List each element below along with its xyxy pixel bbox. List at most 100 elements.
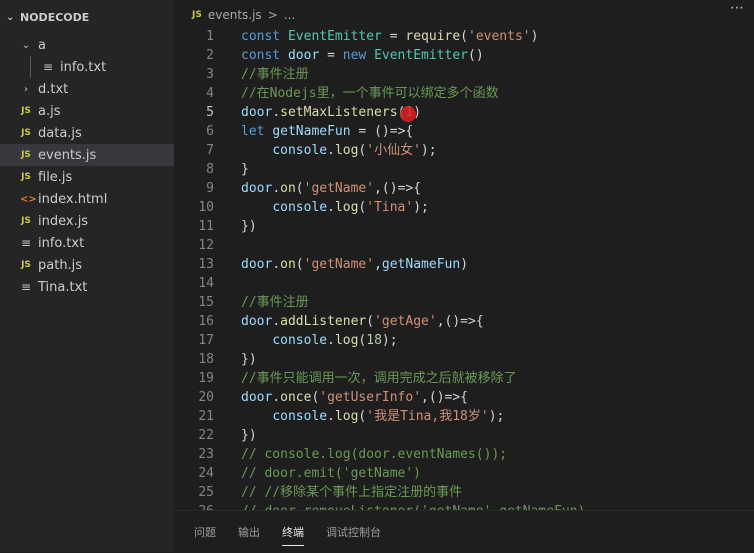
line-number: 20 <box>198 390 214 405</box>
more-actions-icon[interactable]: ⋯ <box>730 0 744 16</box>
txt-file-icon: ≡ <box>20 236 32 250</box>
code-text[interactable]: door.addListener('getAge',()=>{ <box>241 312 484 331</box>
code-text[interactable]: door.once('getUserInfo',()=>{ <box>241 388 468 407</box>
line-number: 16 <box>198 314 214 329</box>
chevron-down-icon[interactable]: ⌄ <box>6 12 16 23</box>
code-line[interactable]: 12 <box>174 236 754 255</box>
code-line[interactable]: 1 const EventEmitter = require('events') <box>174 27 754 46</box>
explorer-header[interactable]: ⌄ NODECODE <box>0 0 174 34</box>
tree-item-info-txt-nested[interactable]: ≡ info.txt <box>0 56 174 78</box>
tree-item-info-txt[interactable]: ≡ info.txt <box>0 232 174 254</box>
tab-terminal[interactable]: 终端 <box>282 518 304 546</box>
code-text[interactable]: console.log('我是Tina,我18岁'); <box>241 407 504 426</box>
code-line[interactable]: 21 console.log('我是Tina,我18岁'); <box>174 407 754 426</box>
code-text[interactable]: let getNameFun = ()=>{ <box>241 122 413 141</box>
tree-item-label: info.txt <box>38 235 85 251</box>
line-number: 12 <box>198 238 214 253</box>
tree-item-a-js[interactable]: JS a.js <box>0 100 174 122</box>
code-line[interactable]: 17 console.log(18); <box>174 331 754 350</box>
code-line[interactable]: 11}) <box>174 217 754 236</box>
code-text[interactable]: door.setMaxListeners(1) <box>241 103 421 122</box>
tab-output[interactable]: 输出 <box>238 518 260 546</box>
line-number: 24 <box>198 466 214 481</box>
code-line[interactable]: 23 // console.log(door.eventNames()); <box>174 445 754 464</box>
code-text[interactable]: //事件只能调用一次，调用完成之后就被移除了 <box>241 369 517 388</box>
code-text[interactable]: console.log('Tina'); <box>241 198 429 217</box>
mouse-cursor-indicator <box>400 106 416 122</box>
tree-item-label: a.js <box>38 103 61 119</box>
code-text[interactable]: } <box>241 160 249 179</box>
code-text[interactable]: console.log('小仙女'); <box>241 141 436 160</box>
code-text[interactable]: const EventEmitter = require('events') <box>241 27 538 46</box>
tab-debug-console[interactable]: 调试控制台 <box>326 518 381 546</box>
code-line[interactable]: 5 door.setMaxListeners(1) <box>174 103 754 122</box>
code-line[interactable]: 8} <box>174 160 754 179</box>
line-number: 13 <box>198 257 214 272</box>
code-line[interactable]: 3 //事件注册 <box>174 65 754 84</box>
explorer-sidebar: ⌄ NODECODE ⌄ a ≡ info.txt › d.txt JS a.j… <box>0 0 174 552</box>
tree-item-folder-a[interactable]: ⌄ a <box>0 34 174 56</box>
tree-item-index-html[interactable]: <> index.html <box>0 188 174 210</box>
line-number: 10 <box>198 200 214 215</box>
tree-item-label: d.txt <box>38 81 69 97</box>
code-line[interactable]: 15 //事件注册 <box>174 293 754 312</box>
tree-item-tina-txt[interactable]: ≡ Tina.txt <box>0 276 174 298</box>
line-number: 21 <box>198 409 214 424</box>
line-number: 2 <box>206 48 214 63</box>
code-text[interactable]: // //移除某个事件上指定注册的事件 <box>241 483 462 502</box>
tree-item-d-txt[interactable]: › d.txt <box>0 78 174 100</box>
line-number: 3 <box>206 67 214 82</box>
line-number: 9 <box>206 181 214 196</box>
code-line[interactable]: 2 const door = new EventEmitter() <box>174 46 754 65</box>
code-editor[interactable]: JS events.js > ... ⋯ 1 const EventEmitter… <box>174 0 754 519</box>
code-text[interactable]: door.on('getName',()=>{ <box>241 179 421 198</box>
code-line[interactable]: 20 door.once('getUserInfo',()=>{ <box>174 388 754 407</box>
code-text[interactable]: console.log(18); <box>241 331 397 350</box>
js-file-icon: JS <box>21 260 31 270</box>
line-number: 17 <box>198 333 214 348</box>
code-text[interactable]: }) <box>241 426 257 445</box>
line-number: 8 <box>206 162 214 177</box>
code-text[interactable]: //事件注册 <box>241 65 309 84</box>
code-text[interactable]: }) <box>241 217 257 236</box>
code-line[interactable]: 6 let getNameFun = ()=>{ <box>174 122 754 141</box>
tree-item-index-js[interactable]: JS index.js <box>0 210 174 232</box>
code-text[interactable]: // console.log(door.eventNames()); <box>241 445 507 464</box>
code-line[interactable]: 4 //在Nodejs里，一个事件可以绑定多个函数 <box>174 84 754 103</box>
line-number: 23 <box>198 447 214 462</box>
code-line[interactable]: 25 // //移除某个事件上指定注册的事件 <box>174 483 754 502</box>
code-line[interactable]: 22}) <box>174 426 754 445</box>
tree-item-label: events.js <box>38 147 97 163</box>
js-file-icon: JS <box>21 216 31 226</box>
tree-item-label: data.js <box>38 125 82 141</box>
tree-item-data-js[interactable]: JS data.js <box>0 122 174 144</box>
code-lines[interactable]: 1 const EventEmitter = require('events') 2… <box>174 27 754 521</box>
tab-problems[interactable]: 问题 <box>194 518 216 546</box>
code-text[interactable]: door.on('getName',getNameFun) <box>241 255 468 274</box>
code-line[interactable]: 10 console.log('Tina'); <box>174 198 754 217</box>
tree-item-file-js[interactable]: JS file.js <box>0 166 174 188</box>
code-text[interactable]: // door.emit('getName') <box>241 464 421 483</box>
code-text[interactable]: const door = new EventEmitter() <box>241 46 484 65</box>
code-line[interactable]: 13 door.on('getName',getNameFun) <box>174 255 754 274</box>
code-text[interactable]: //事件注册 <box>241 293 309 312</box>
tree-item-label: index.js <box>38 213 89 229</box>
tree-item-label: a <box>38 37 46 53</box>
code-line[interactable]: 16 door.addListener('getAge',()=>{ <box>174 312 754 331</box>
code-line[interactable]: 14 <box>174 274 754 293</box>
js-file-icon: JS <box>21 128 31 138</box>
code-line[interactable]: 9 door.on('getName',()=>{ <box>174 179 754 198</box>
breadcrumb-file[interactable]: events.js <box>208 8 262 22</box>
line-number: 7 <box>206 143 214 158</box>
js-file-icon: JS <box>21 172 31 182</box>
code-line[interactable]: 18}) <box>174 350 754 369</box>
tree-item-events-js[interactable]: JS events.js <box>0 144 174 166</box>
code-line[interactable]: 7 console.log('小仙女'); <box>174 141 754 160</box>
line-number: 5 <box>206 105 214 120</box>
tree-item-path-js[interactable]: JS path.js <box>0 254 174 276</box>
code-line[interactable]: 24 // door.emit('getName') <box>174 464 754 483</box>
code-line[interactable]: 19 //事件只能调用一次，调用完成之后就被移除了 <box>174 369 754 388</box>
breadcrumb-symbol[interactable]: ... <box>284 8 295 22</box>
code-text[interactable]: //在Nodejs里，一个事件可以绑定多个函数 <box>241 84 499 103</box>
code-text[interactable]: }) <box>241 350 257 369</box>
